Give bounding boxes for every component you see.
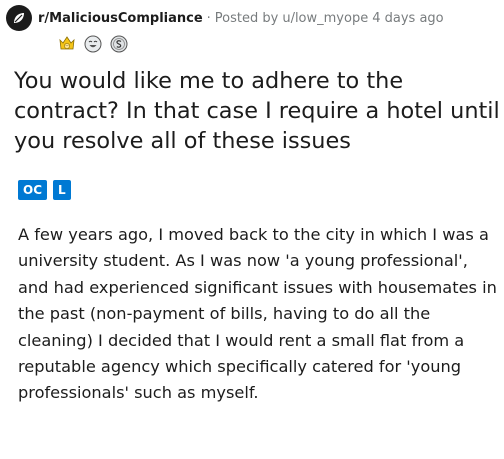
- wholesome-award-icon[interactable]: [57, 34, 77, 54]
- awards-row: [57, 34, 135, 54]
- author-link[interactable]: u/low_myope: [282, 11, 368, 26]
- post-header: r/MaliciousCompliance · Posted by u/low_…: [6, 4, 444, 32]
- post-body: A few years ago, I moved back to the cit…: [18, 225, 497, 403]
- leaf-icon: [14, 13, 24, 23]
- post-timestamp[interactable]: 4 days ago: [372, 11, 443, 26]
- posted-by-label: Posted by: [214, 10, 279, 26]
- subreddit-icon[interactable]: [6, 5, 32, 31]
- silver-award-icon[interactable]: [109, 34, 129, 54]
- flair-l[interactable]: L: [53, 180, 71, 200]
- post-flairs: OC L: [18, 180, 77, 200]
- laughing-award-icon[interactable]: [83, 34, 103, 54]
- subreddit-name-link[interactable]: r/MaliciousCompliance: [38, 11, 203, 26]
- meta-separator: ·: [206, 10, 211, 26]
- flair-oc[interactable]: OC: [18, 180, 48, 200]
- post-title[interactable]: You would like me to adhere to the contr…: [14, 66, 502, 156]
